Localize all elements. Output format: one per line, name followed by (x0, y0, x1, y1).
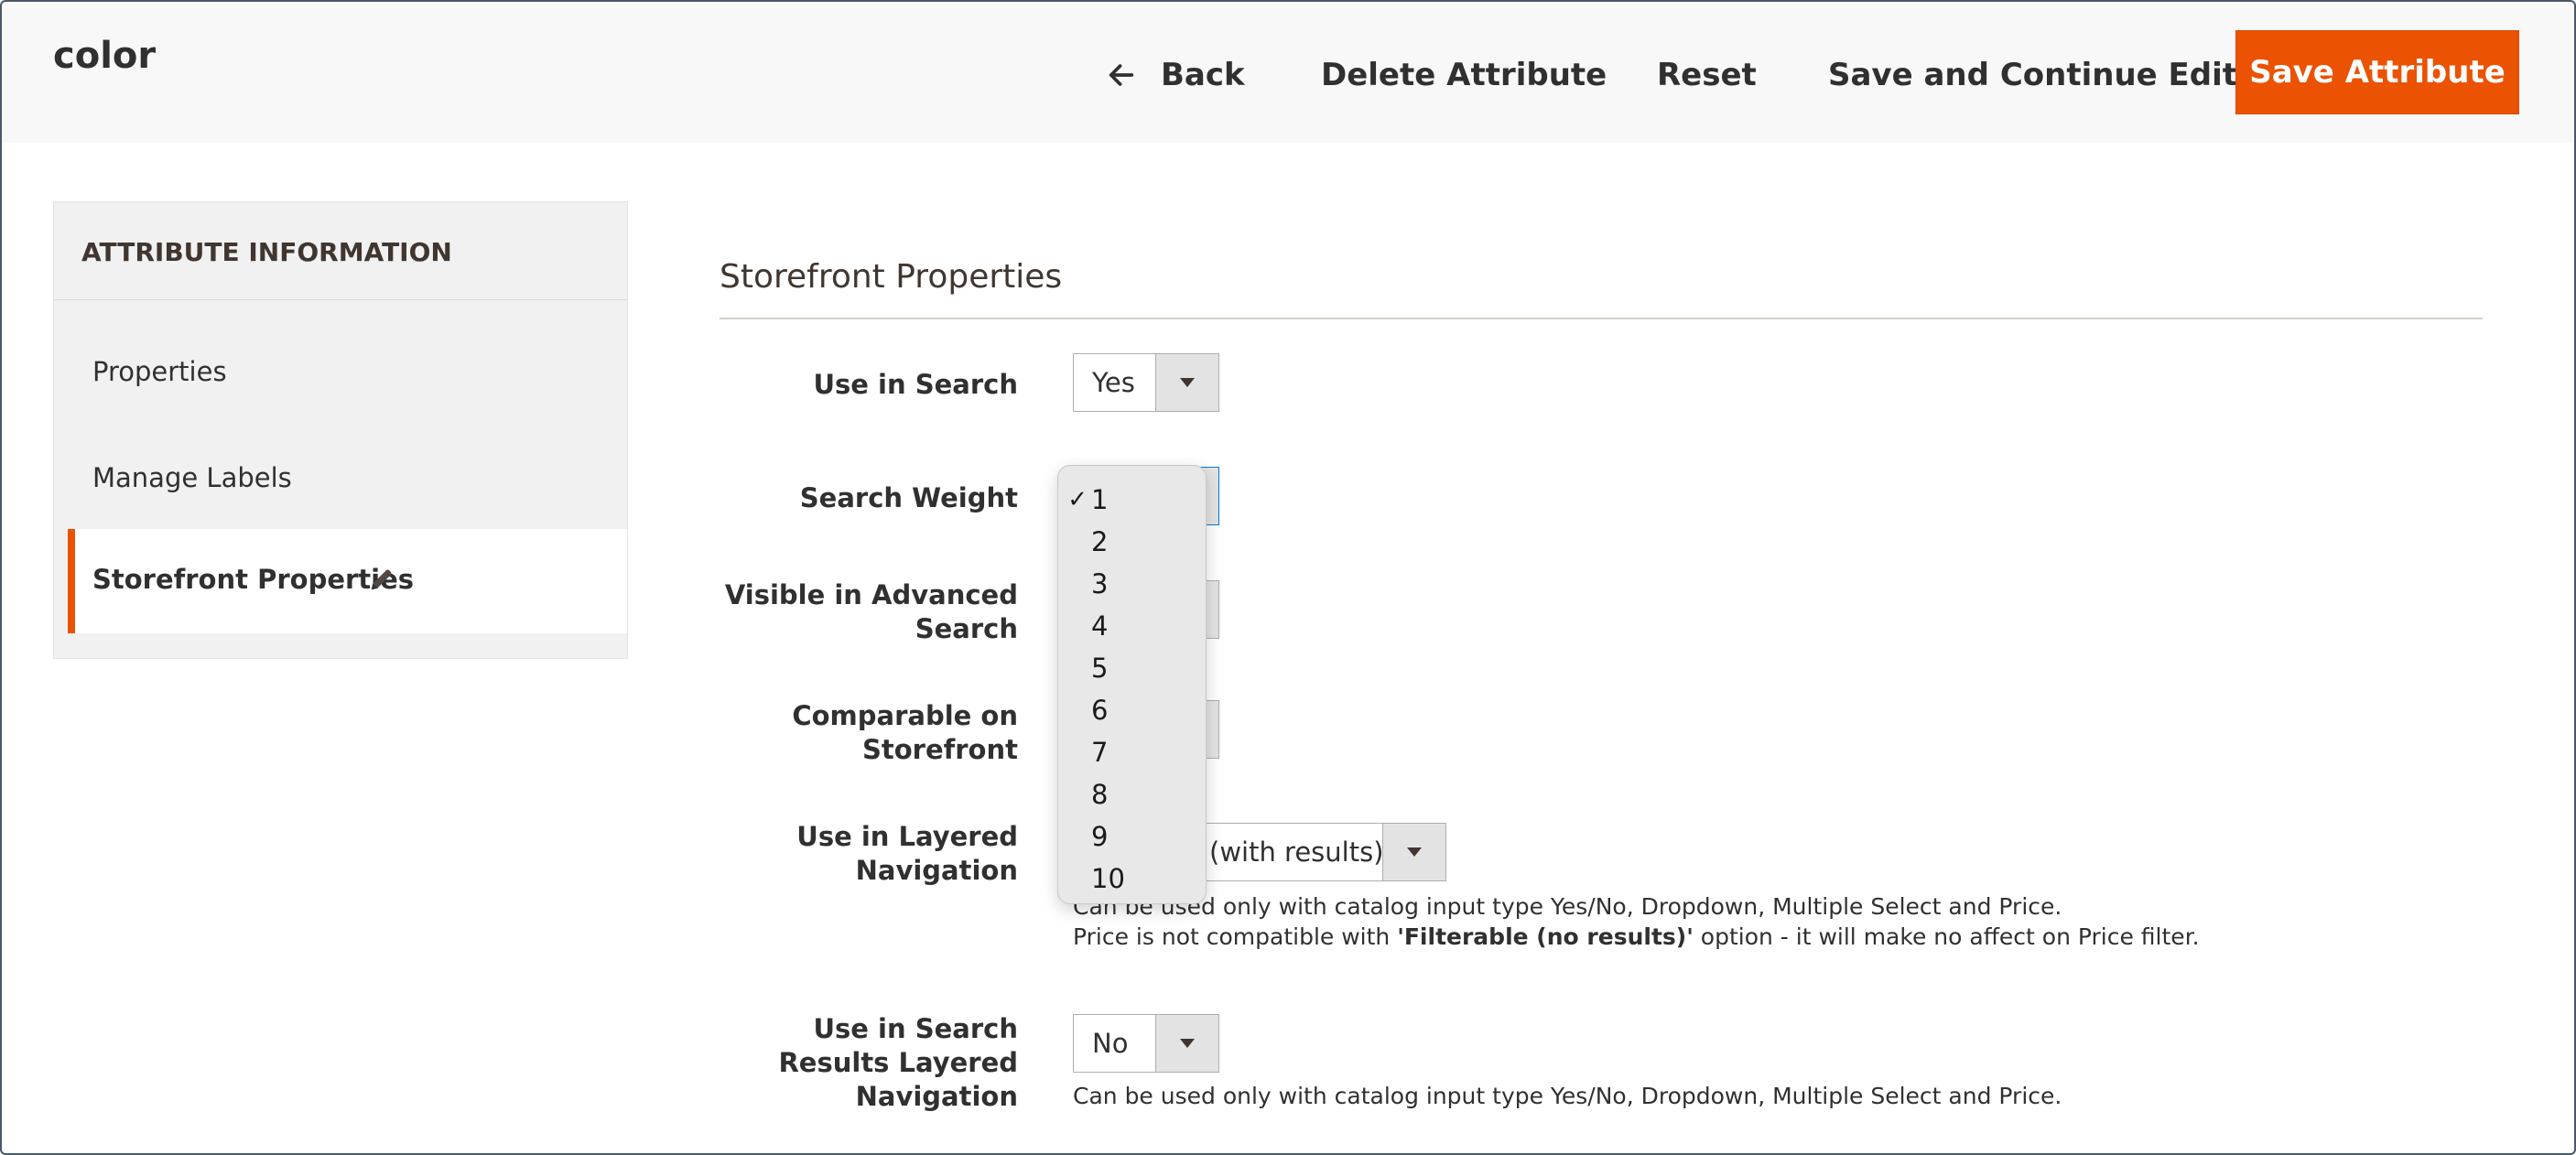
pencil-icon (371, 569, 392, 590)
dropdown-option[interactable]: 10 (1058, 858, 1206, 900)
back-button[interactable]: Back (1106, 57, 1245, 93)
section-divider (720, 318, 2483, 319)
price-compat-note: Price is not compatible with 'Filterable… (1073, 923, 2200, 950)
dropdown-option[interactable]: 7 (1058, 731, 1206, 773)
dropdown-option[interactable]: ✓ 1 (1058, 479, 1206, 521)
dropdown-arrow-icon (1155, 1015, 1218, 1072)
page-header: color Back Delete Attribute Reset Save a… (0, 0, 2576, 143)
check-icon: ✓ (1067, 486, 1088, 513)
reset-button[interactable]: Reset (1657, 57, 1757, 93)
dropdown-option[interactable]: 4 (1058, 605, 1206, 647)
layered-navigation-note: Can be used only with catalog input type… (1073, 893, 2062, 920)
sidebar-title: ATTRIBUTE INFORMATION (81, 237, 452, 267)
save-and-continue-button[interactable]: Save and Continue Edit (1828, 57, 2237, 93)
layered-navigation-label: Use in Layered Navigation (796, 821, 1018, 886)
select-value: Yes (1092, 367, 1135, 398)
search-results-layered-select[interactable]: No (1073, 1014, 1219, 1073)
save-attribute-button[interactable]: Save Attribute (2235, 30, 2519, 114)
dropdown-arrow-icon (1382, 824, 1445, 880)
sidebar-item-label: Storefront Properties (92, 564, 415, 595)
section-title: Storefront Properties (720, 258, 1063, 296)
sidebar-item-properties[interactable]: Properties (92, 356, 227, 387)
sidebar-item-manage-labels[interactable]: Manage Labels (92, 462, 292, 493)
search-results-layered-note: Can be used only with catalog input type… (1073, 1083, 2062, 1109)
search-weight-label: Search Weight (799, 482, 1018, 513)
sidebar-divider (54, 299, 627, 300)
arrow-left-icon (1109, 64, 1134, 86)
sidebar-item-storefront-properties[interactable]: Storefront Properties (68, 529, 627, 633)
page-title: color (53, 35, 157, 77)
select-value: No (1092, 1028, 1129, 1059)
delete-attribute-button[interactable]: Delete Attribute (1321, 57, 1607, 93)
dropdown-option[interactable]: 5 (1058, 647, 1206, 689)
comparable-storefront-label: Comparable on Storefront (792, 700, 1018, 765)
dropdown-option[interactable]: 8 (1058, 773, 1206, 815)
sidebar: ATTRIBUTE INFORMATION Properties Manage … (53, 201, 628, 659)
use-in-search-label: Use in Search (813, 369, 1018, 400)
dropdown-arrow-icon (1155, 354, 1218, 411)
back-label: Back (1161, 57, 1245, 93)
use-in-search-select[interactable]: Yes (1073, 353, 1219, 412)
dropdown-option[interactable]: 3 (1058, 563, 1206, 605)
dropdown-option[interactable]: 2 (1058, 521, 1206, 563)
dropdown-option[interactable]: 6 (1058, 689, 1206, 731)
visible-advanced-search-label: Visible in Advanced Search (724, 579, 1018, 644)
search-results-layered-label: Use in Search Results Layered Navigation (778, 1013, 1018, 1112)
search-weight-dropdown-list: ✓ 1 2 3 4 5 6 7 8 9 10 (1057, 465, 1207, 904)
dropdown-option[interactable]: 9 (1058, 815, 1206, 858)
